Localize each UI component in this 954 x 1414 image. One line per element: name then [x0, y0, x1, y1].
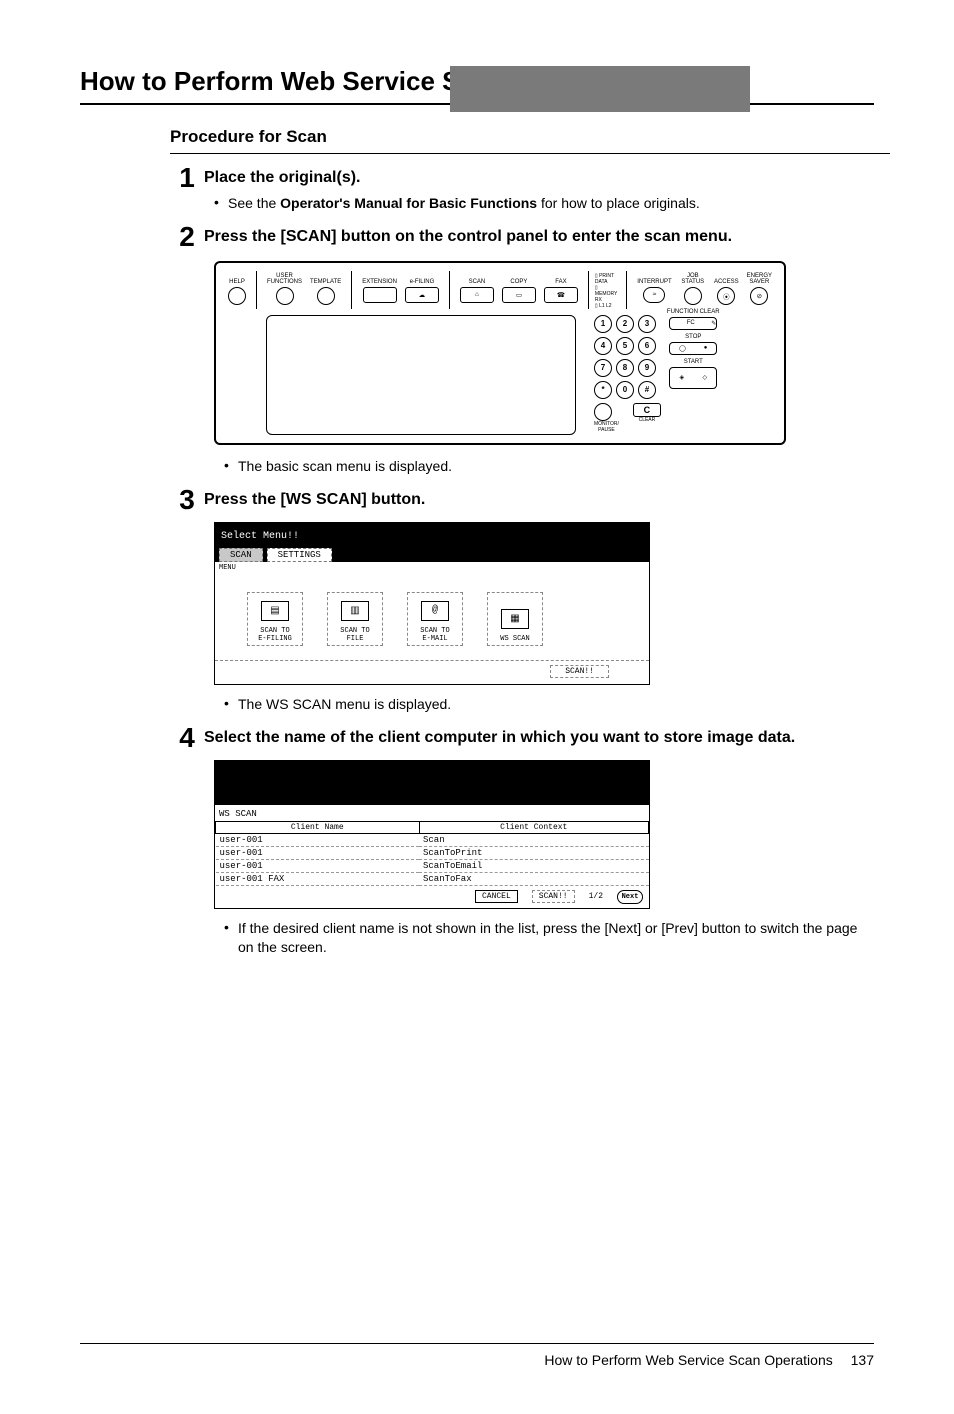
menu-label: MENU [215, 562, 649, 574]
ws-scan-action-button[interactable]: SCAN!! [532, 890, 575, 903]
keypad-5[interactable]: 5 [616, 337, 634, 355]
table-row[interactable]: user-001Scan [216, 833, 649, 846]
tab-scan[interactable]: SCAN [219, 548, 263, 562]
col-client-name: Client Name [216, 821, 420, 833]
scan-to-file-button[interactable]: ▥SCAN TO FILE [327, 592, 383, 646]
interrupt-button[interactable]: INTERRUPT≈ [637, 271, 671, 303]
scan-action-button[interactable]: SCAN!! [550, 665, 609, 678]
stop-button[interactable]: ◯● [669, 342, 717, 355]
keypad-2[interactable]: 2 [616, 315, 634, 333]
job-status-button[interactable]: JOB STATUS [680, 271, 706, 305]
step-2: 2 Press the [SCAN] button on the control… [170, 223, 874, 251]
step-heading: Press the [SCAN] button on the control p… [204, 227, 874, 247]
keypad-8[interactable]: 8 [616, 359, 634, 377]
scan-button[interactable]: SCAN⌂ [460, 271, 494, 303]
footer-rule [80, 1343, 874, 1344]
footer-section-title: How to Perform Web Service Scan Operatio… [544, 1352, 832, 1368]
step3-after-bullet: •The WS SCAN menu is displayed. [224, 695, 874, 714]
energy-saver-button[interactable]: ENERGY SAVER⊘ [747, 271, 772, 305]
tab-settings[interactable]: SETTINGS [267, 548, 332, 562]
ws-scan-screenshot: WS SCAN Client Name Client Context user-… [214, 760, 650, 909]
keypad-7[interactable]: 7 [594, 359, 612, 377]
keypad-1[interactable]: 1 [594, 315, 612, 333]
step-heading: Press the [WS SCAN] button. [204, 490, 874, 510]
extension-button[interactable]: EXTENSION [362, 271, 397, 303]
numeric-keypad[interactable]: 1 2 3 4 5 6 7 8 9 * 0 # [594, 315, 661, 399]
next-button[interactable]: Next [617, 890, 643, 904]
keypad-9[interactable]: 9 [638, 359, 656, 377]
scan-menu-screenshot: Select Menu!! SCAN SETTINGS MENU ▤SCAN T… [214, 522, 650, 685]
ws-scan-label: WS SCAN [215, 805, 649, 821]
client-table: Client Name Client Context user-001Scan … [215, 821, 649, 886]
cancel-button[interactable]: CANCEL [475, 890, 518, 903]
control-panel-figure: HELP USER FUNCTIONS TEMPLATE EXTENSION e… [214, 261, 786, 445]
page: How to Perform Web Service Scan Operatio… [0, 66, 954, 1414]
step-4: 4 Select the name of the client computer… [170, 724, 874, 752]
bullet-text-pre: See the [228, 195, 280, 211]
step-3: 3 Press the [WS SCAN] button. [170, 486, 874, 514]
keypad-6[interactable]: 6 [638, 337, 656, 355]
step2-after-bullet: •The basic scan menu is displayed. [224, 457, 874, 476]
fax-button[interactable]: FAX☎ [544, 271, 578, 303]
keypad-star[interactable]: * [594, 381, 612, 399]
step-heading: Select the name of the client computer i… [204, 728, 874, 748]
step-number: 3 [170, 486, 204, 514]
panel-touchscreen[interactable] [266, 315, 576, 435]
step-1: 1 Place the original(s). • See the Opera… [170, 164, 874, 213]
table-row[interactable]: user-001 FAXScanToFax [216, 872, 649, 885]
template-button[interactable]: TEMPLATE [310, 271, 341, 305]
step4-after-bullet: •If the desired client name is not shown… [224, 919, 874, 957]
step-number: 1 [170, 164, 204, 192]
top-accent-bar [0, 66, 954, 112]
step1-bullet: • See the Operator's Manual for Basic Fu… [214, 194, 874, 213]
copy-button[interactable]: COPY▭ [502, 271, 536, 303]
table-row[interactable]: user-001ScanToPrint [216, 846, 649, 859]
footer: How to Perform Web Service Scan Operatio… [544, 1352, 874, 1368]
help-button[interactable]: HELP [228, 271, 246, 305]
clear-button[interactable]: C [633, 403, 661, 417]
step-heading: Place the original(s). [204, 168, 874, 188]
bullet-text-post: for how to place originals. [537, 195, 700, 211]
grey-tab-block [450, 66, 750, 112]
keypad-0[interactable]: 0 [616, 381, 634, 399]
status-indicators: ▯ PRINT DATA ▯ MEMORY RX ▯ L1 L2 [595, 273, 620, 309]
ws-scan-button[interactable]: ▦WS SCAN [487, 592, 543, 646]
start-button[interactable]: ◈◇ [669, 367, 717, 389]
page-number: 137 [851, 1352, 874, 1368]
procedure-title: Procedure for Scan [170, 127, 874, 147]
keypad-hash[interactable]: # [638, 381, 656, 399]
table-row[interactable]: user-001ScanToEmail [216, 859, 649, 872]
scan-to-efiling-button[interactable]: ▤SCAN TO E-FILING [247, 592, 303, 646]
keypad-4[interactable]: 4 [594, 337, 612, 355]
procedure-rule [170, 153, 890, 154]
monitor-pause-button[interactable] [594, 403, 612, 421]
bullet-text-bold: Operator's Manual for Basic Functions [280, 195, 537, 211]
keypad-3[interactable]: 3 [638, 315, 656, 333]
access-button[interactable]: ACCESS⦿ [714, 271, 739, 305]
scan-to-email-button[interactable]: @SCAN TO E-MAIL [407, 592, 463, 646]
function-clear-button[interactable]: FC✎ [669, 317, 717, 330]
scan-menu-title: Select Menu!! [215, 523, 649, 544]
page-indicator: 1/2 [589, 892, 603, 901]
user-functions-button[interactable]: USER FUNCTIONS [267, 271, 302, 305]
step-number: 2 [170, 223, 204, 251]
ws-scan-header-black [215, 761, 649, 805]
step-number: 4 [170, 724, 204, 752]
col-client-context: Client Context [419, 821, 649, 833]
efiling-button[interactable]: e-FILING☁ [405, 271, 439, 303]
